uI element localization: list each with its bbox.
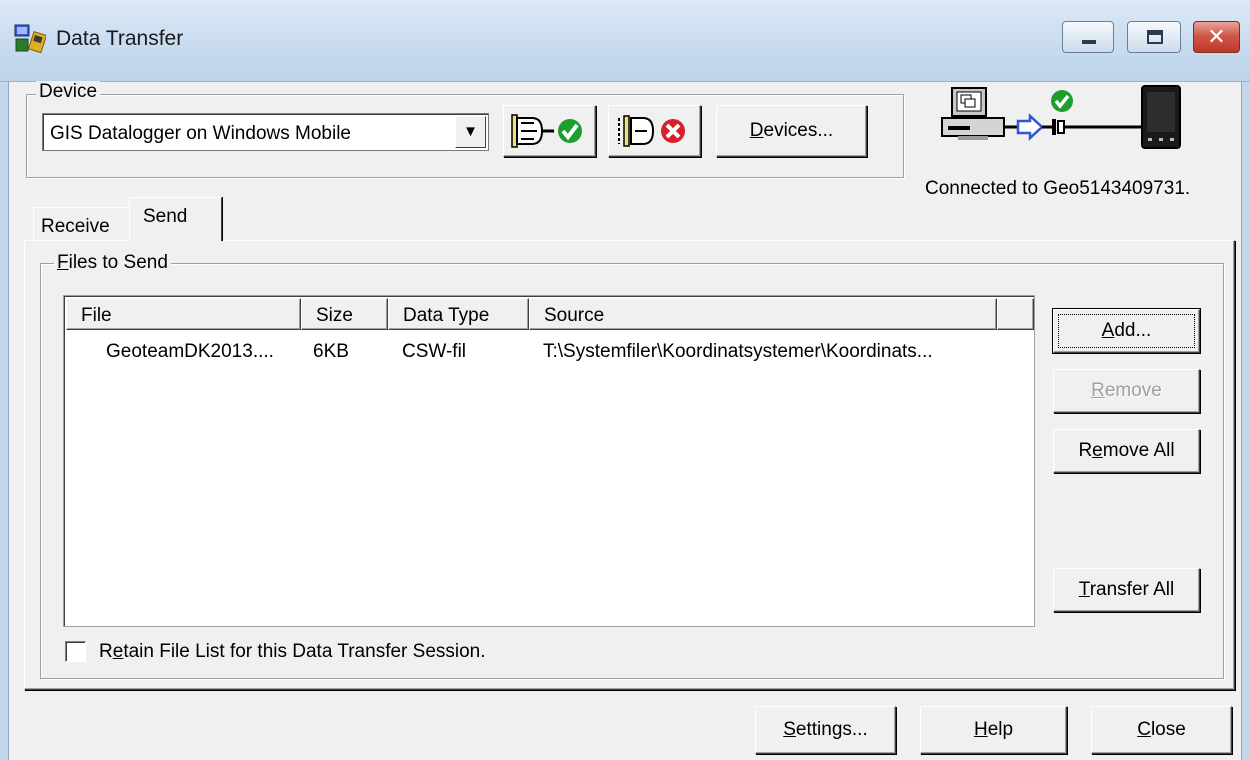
- connect-button[interactable]: [503, 105, 596, 157]
- column-header-data-type[interactable]: Data Type: [388, 298, 529, 330]
- devices-mnemonic: D: [749, 120, 764, 141]
- remove-all-button[interactable]: Remove All: [1053, 429, 1200, 473]
- window-title: Data Transfer: [56, 27, 184, 50]
- close-button[interactable]: Close: [1091, 706, 1232, 754]
- tab-receive[interactable]: Receive: [33, 207, 130, 240]
- connect-check-icon: [511, 114, 582, 148]
- column-header-size[interactable]: Size: [301, 298, 388, 330]
- device-select-value: GIS Datalogger on Windows Mobile: [50, 123, 351, 144]
- computer-to-handheld-connected-icon: [941, 85, 1181, 149]
- chevron-down-icon: ▼: [463, 123, 478, 140]
- files-to-send-label: Files to Send: [54, 252, 171, 274]
- transfer-all-button[interactable]: Transfer All: [1053, 568, 1200, 612]
- retain-file-list-label[interactable]: Retain File List for this Data Transfer …: [99, 641, 486, 663]
- file-name-cell: GeoteamDK2013....: [106, 341, 274, 362]
- help-button[interactable]: Help: [920, 706, 1067, 754]
- add-button[interactable]: Add...: [1053, 309, 1200, 353]
- tab-send[interactable]: Send: [129, 197, 222, 241]
- minimize-button[interactable]: [1062, 21, 1114, 53]
- maximize-icon: [1147, 30, 1163, 44]
- settings-button[interactable]: Settings...: [755, 706, 896, 754]
- focus-indicator: [1058, 314, 1195, 348]
- window-border-left: [0, 82, 9, 760]
- connection-status: Connected to Geo5143409731.: [925, 178, 1191, 199]
- disconnect-x-icon: [618, 115, 685, 147]
- file-size-cell: 6KB: [313, 341, 349, 362]
- window-border-right: [1241, 82, 1250, 760]
- column-header-source[interactable]: Source: [529, 298, 997, 330]
- file-type-cell: CSW-fil: [402, 341, 467, 362]
- device-group-label: Device: [36, 81, 101, 103]
- maximize-button[interactable]: [1127, 21, 1181, 53]
- close-window-button[interactable]: ✕: [1193, 21, 1240, 53]
- data-transfer-icon: [14, 24, 46, 53]
- disconnect-button[interactable]: [608, 105, 701, 157]
- file-source-cell: T:\Systemfiler\Koordinatsystemer\Koordin…: [543, 341, 933, 362]
- file-list[interactable]: File Size Data Type Source GeoteamDK2013…: [63, 295, 1035, 627]
- column-header-filler: [997, 298, 1034, 330]
- minimize-icon: [1082, 40, 1096, 44]
- devices-button[interactable]: Devices...: [716, 105, 867, 157]
- column-header-file[interactable]: File: [66, 298, 301, 330]
- retain-file-list-checkbox[interactable]: [65, 641, 86, 662]
- devices-label: evices...: [763, 120, 834, 141]
- tab-send-label: Send: [143, 206, 188, 227]
- close-icon: ✕: [1207, 24, 1226, 49]
- remove-button[interactable]: Remove: [1053, 369, 1200, 413]
- tab-receive-label: Receive: [41, 216, 110, 237]
- device-dropdown-button[interactable]: ▼: [455, 116, 486, 148]
